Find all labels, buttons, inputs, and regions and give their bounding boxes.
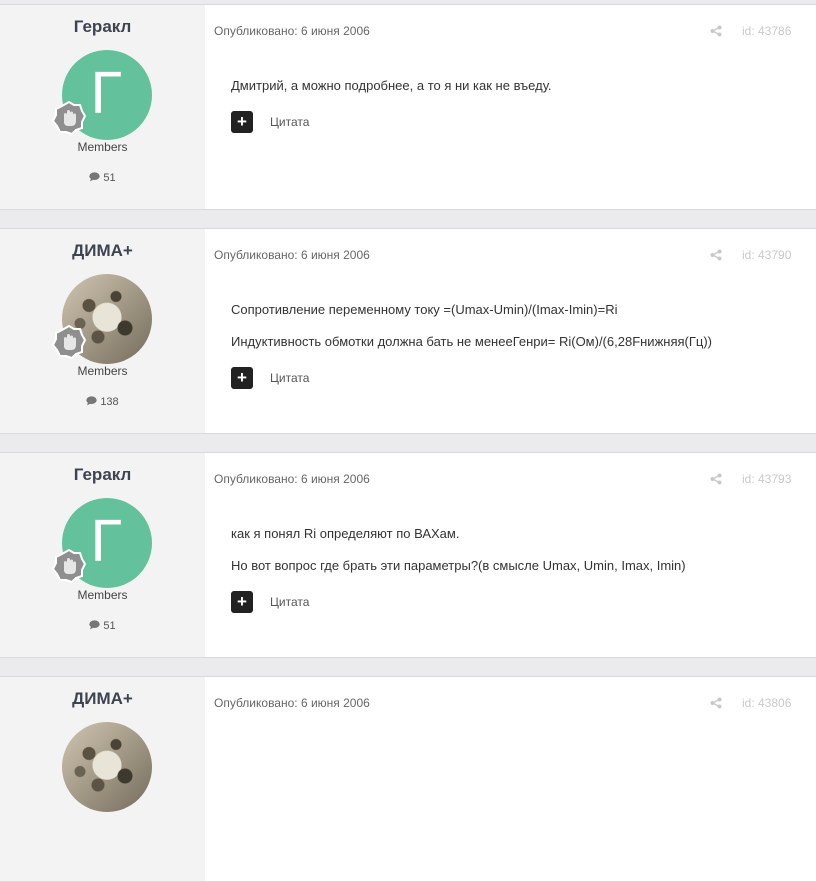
post-date: Опубликовано: 6 июня 2006 [214, 472, 370, 486]
post: Геракл Г Members 51 Опубликовано: 6 июня… [0, 452, 816, 658]
author-panel: Геракл Г Members 51 [0, 453, 205, 657]
post-count: 138 [0, 396, 205, 408]
comment-bubble-icon [89, 620, 101, 630]
rank-badge-hand-icon [52, 549, 86, 583]
rank-badge-hand-icon [52, 101, 86, 135]
comment-bubble-icon [86, 396, 98, 406]
rank-badge-hand-icon [52, 325, 86, 359]
post-text: Но вот вопрос где брать эти параметры?(в… [231, 558, 686, 573]
author-panel: ДИМА+ Members 138 [0, 229, 205, 433]
quote-button[interactable]: Цитата [270, 371, 309, 385]
member-group: Members [77, 364, 128, 378]
post-id-link[interactable]: id: 43793 [742, 472, 791, 486]
post-count-value: 51 [103, 620, 116, 632]
quote-plus-icon[interactable]: + [231, 111, 253, 133]
member-group: Members [77, 588, 128, 602]
post-date: Опубликовано: 6 июня 2006 [214, 248, 370, 262]
post: ДИМА+ Опубликовано: 6 июня 2006 id: 4380… [0, 676, 816, 882]
quote-button[interactable]: Цитата [270, 115, 309, 129]
post: ДИМА+ Members 138 Опубликовано: 6 июня 2… [0, 228, 816, 434]
comment-bubble-icon [89, 172, 101, 182]
post-id-link[interactable]: id: 43786 [742, 24, 791, 38]
quote-button[interactable]: Цитата [270, 595, 309, 609]
post-date: Опубликовано: 6 июня 2006 [214, 696, 370, 710]
quote-plus-icon[interactable]: + [231, 367, 253, 389]
author-name-link[interactable]: Геракл [0, 465, 205, 485]
member-group: Members [77, 140, 128, 154]
share-icon[interactable] [710, 25, 722, 37]
post-count: 51 [0, 172, 205, 184]
post-text: Дмитрий, а можно подробнее, а то я ни ка… [231, 78, 552, 93]
post-count-value: 51 [103, 172, 116, 184]
quote-plus-icon[interactable]: + [231, 591, 253, 613]
author-name-link[interactable]: ДИМА+ [0, 241, 205, 261]
post-id-link[interactable]: id: 43790 [742, 248, 791, 262]
avatar[interactable] [62, 722, 152, 812]
share-icon[interactable] [710, 697, 722, 709]
author-name-link[interactable]: ДИМА+ [0, 689, 205, 709]
post-count-value: 138 [100, 396, 119, 408]
post-date: Опубликовано: 6 июня 2006 [214, 24, 370, 38]
post-text: как я понял Ri определяют по ВАХам. [231, 526, 460, 541]
share-icon[interactable] [710, 249, 722, 261]
author-panel: Геракл Г Members 51 [0, 5, 205, 209]
post-count: 51 [0, 620, 205, 632]
share-icon[interactable] [710, 473, 722, 485]
post: Геракл Г Members 51 Опубликовано: 6 июня… [0, 4, 816, 210]
author-panel: ДИМА+ [0, 677, 205, 881]
post-text: Индуктивность обмотки должна бать не мен… [231, 334, 712, 349]
author-name-link[interactable]: Геракл [0, 17, 205, 37]
post-text: Сопротивление переменному току =(Umax-Um… [231, 302, 618, 317]
post-id-link[interactable]: id: 43806 [742, 696, 791, 710]
